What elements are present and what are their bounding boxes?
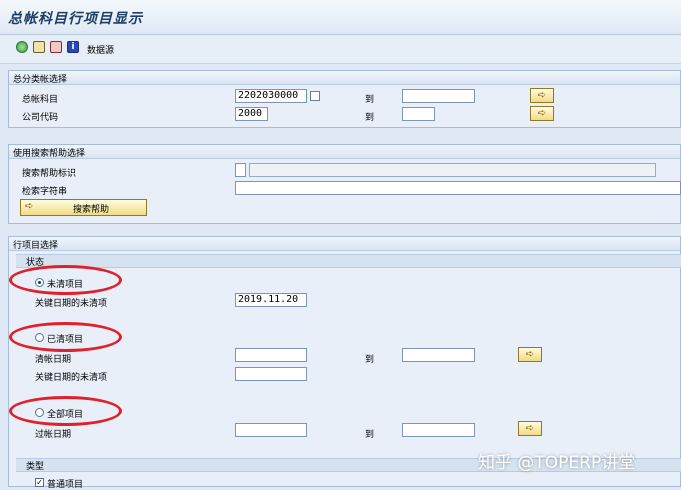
gl-account-from-field[interactable]: 2202030000 (235, 89, 307, 103)
gl-selection-header: 总分类帐选择 (9, 71, 680, 85)
open-key-date-field[interactable]: 2019.11.20 (235, 293, 307, 307)
clearing-date-to-field[interactable] (402, 348, 475, 362)
clearing-date-more-arrow-icon[interactable]: ➪ (518, 347, 542, 362)
get-variant-icon[interactable] (33, 41, 45, 53)
search-help-button[interactable]: ➪ 搜索帮助 (20, 199, 147, 216)
search-string-field[interactable] (235, 181, 681, 195)
gl-selection-title: 总分类帐选择 (13, 75, 68, 85)
clearing-to-label: 到 (365, 355, 375, 365)
title-bar: 总帐科目行项目显示 (0, 0, 681, 35)
posting-date-more-arrow-icon[interactable]: ➪ (518, 421, 542, 436)
normal-items-checkbox[interactable]: ✓ (35, 478, 44, 487)
all-items-highlight (9, 396, 122, 426)
arrow-right-icon: ➪ (25, 201, 34, 212)
multiple-selection-icon[interactable] (310, 91, 320, 101)
gl-account-more-arrow-icon[interactable]: ➪ (530, 88, 554, 103)
search-help-id-field[interactable] (235, 163, 246, 177)
search-help-header: 使用搜索帮助选择 (9, 145, 680, 159)
open-key-date-label: 关键日期的未清项 (35, 299, 108, 309)
clearing-date-from-field[interactable] (235, 348, 307, 362)
search-help-title: 使用搜索帮助选择 (13, 149, 86, 159)
info-icon[interactable]: i (67, 41, 79, 53)
posting-date-label: 过帐日期 (35, 430, 72, 440)
gl-selection-section: 总分类帐选择 (8, 70, 681, 128)
page-title: 总帐科目行项目显示 (8, 11, 143, 27)
watermark: 知乎 @TOPERP讲堂 (478, 453, 636, 473)
execute-icon[interactable] (16, 41, 28, 53)
company-to-label: 到 (365, 113, 375, 123)
datasource-button[interactable]: 数据源 (87, 43, 114, 56)
item-selection-header: 行项目选择 (9, 237, 680, 251)
posting-date-from-field[interactable] (235, 423, 307, 437)
gl-to-label: 到 (365, 95, 375, 105)
normal-items-label: 普通项目 (47, 480, 84, 490)
company-code-more-arrow-icon[interactable]: ➪ (530, 106, 554, 121)
posting-date-to-field[interactable] (402, 423, 475, 437)
gl-account-label: 总帐科目 (22, 95, 59, 105)
cleared-key-date-field[interactable] (235, 367, 307, 381)
type-title: 类型 (26, 462, 45, 472)
company-code-to-field[interactable] (402, 107, 435, 121)
selection-list-icon[interactable] (50, 41, 62, 53)
clearing-date-label: 清帐日期 (35, 355, 72, 365)
cleared-items-highlight (9, 322, 122, 352)
search-help-description-field (249, 163, 656, 177)
search-help-button-label: 搜索帮助 (73, 205, 110, 215)
posting-to-label: 到 (365, 430, 375, 440)
open-items-highlight (9, 265, 122, 295)
company-code-from-field[interactable]: 2000 (235, 107, 268, 121)
search-string-label: 检索字符串 (22, 187, 68, 197)
cleared-key-date-label: 关键日期的未清项 (35, 373, 108, 383)
gl-account-to-field[interactable] (402, 89, 475, 103)
status-subheader: 状态 (16, 254, 681, 268)
search-help-id-label: 搜索帮助标识 (22, 169, 77, 179)
company-code-label: 公司代码 (22, 113, 59, 123)
item-selection-title: 行项目选择 (13, 241, 59, 251)
